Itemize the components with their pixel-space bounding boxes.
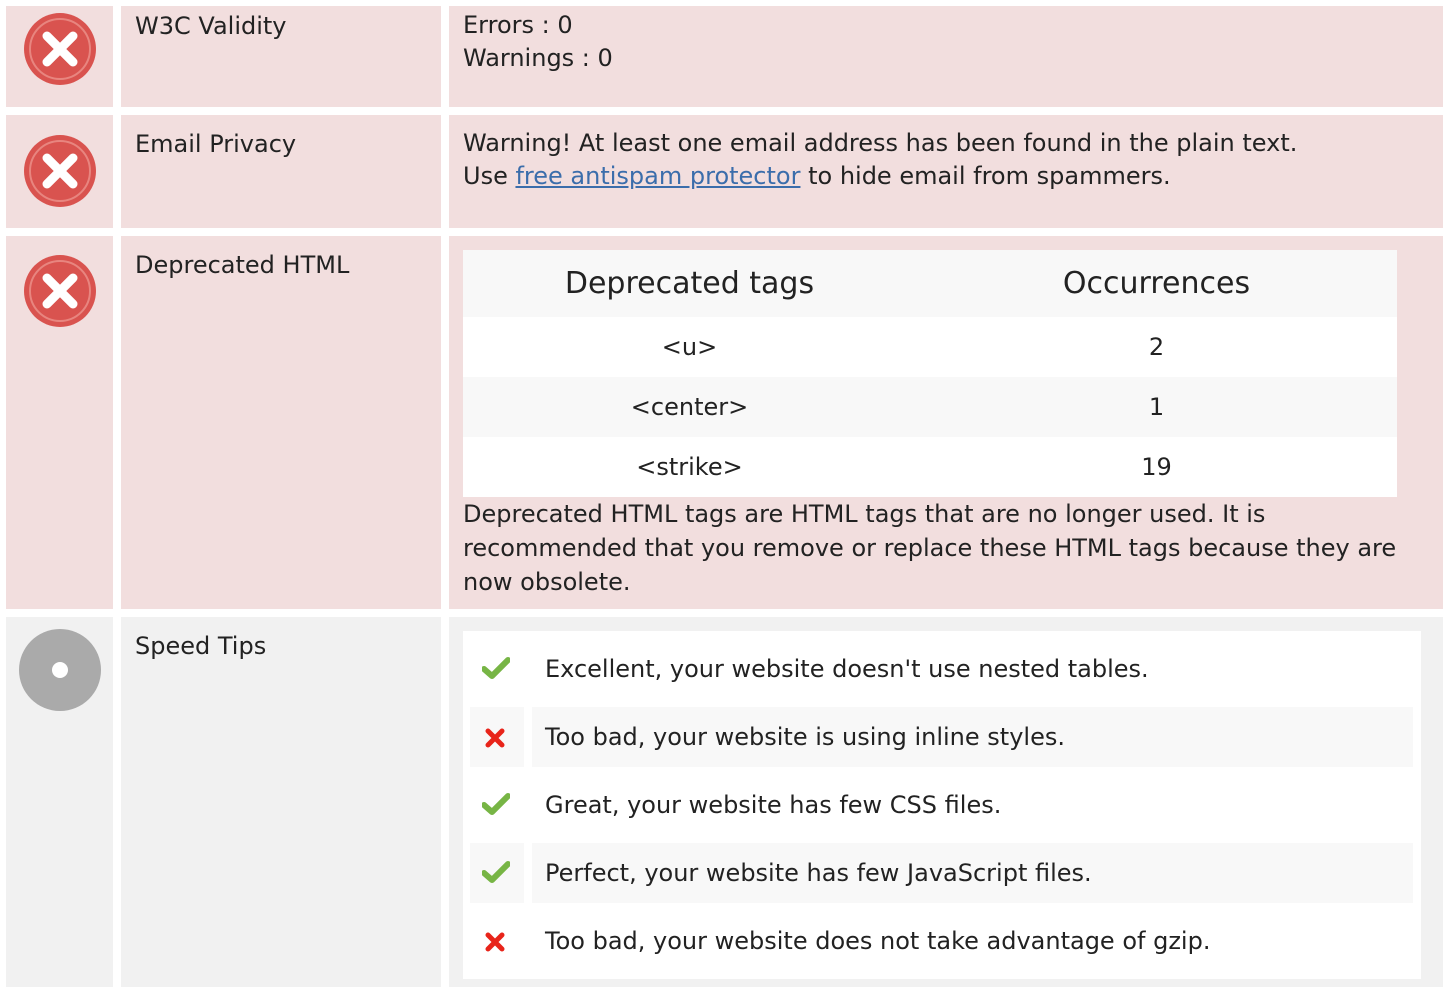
tip-text: Perfect, your website has few JavaScript… bbox=[532, 843, 1413, 903]
check-icon bbox=[482, 657, 510, 679]
content-cell: Warning! At least one email address has … bbox=[449, 115, 1443, 228]
list-item: Excellent, your website doesn't use nest… bbox=[470, 639, 1413, 699]
column-header-tags: Deprecated tags bbox=[463, 250, 916, 317]
table-row: <center> 1 bbox=[463, 377, 1397, 437]
email-warning: Warning! At least one email address has … bbox=[463, 127, 1423, 193]
list-item: Too bad, your website is using inline st… bbox=[470, 707, 1413, 767]
email-warning-text: Warning! At least one email address has … bbox=[463, 129, 1298, 157]
email-advice: Use free antispam protector to hide emai… bbox=[463, 160, 1423, 193]
deprecated-tags-table: Deprecated tags Occurrences <u> 2 <cente… bbox=[463, 250, 1397, 497]
neutral-status-icon bbox=[19, 629, 101, 711]
tip-text: Too bad, your website does not take adva… bbox=[545, 927, 1211, 955]
list-item: Too bad, your website does not take adva… bbox=[470, 911, 1413, 971]
row-label: Speed Tips bbox=[135, 632, 267, 660]
errors-count: Errors : 0 bbox=[463, 11, 573, 39]
label-cell: Email Privacy bbox=[121, 115, 441, 228]
status-cell bbox=[6, 617, 113, 987]
content-cell: Excellent, your website doesn't use nest… bbox=[449, 617, 1443, 987]
cross-icon bbox=[485, 728, 505, 748]
tip-text: Great, your website has few CSS files. bbox=[545, 791, 1002, 819]
report-row-speed-tips: Speed Tips Excellent, your website doesn… bbox=[0, 617, 1449, 987]
row-label: Email Privacy bbox=[135, 130, 297, 158]
occurrence-cell: 2 bbox=[916, 317, 1397, 377]
status-cell bbox=[6, 115, 113, 228]
label-cell: Speed Tips bbox=[121, 617, 441, 987]
content-cell: Deprecated tags Occurrences <u> 2 <cente… bbox=[449, 236, 1443, 609]
report-row-deprecated-html: Deprecated HTML Deprecated tags Occurren… bbox=[0, 236, 1449, 609]
status-mark bbox=[470, 843, 524, 903]
label-cell: Deprecated HTML bbox=[121, 236, 441, 609]
report-row-email-privacy: Email Privacy Warning! At least one emai… bbox=[0, 115, 1449, 228]
error-icon bbox=[24, 13, 96, 85]
status-cell bbox=[6, 236, 113, 609]
list-item: Great, your website has few CSS files. bbox=[470, 775, 1413, 835]
warnings-count: Warnings : 0 bbox=[463, 44, 613, 72]
error-icon bbox=[24, 135, 96, 207]
tag-cell: <strike> bbox=[463, 437, 916, 497]
list-item: Perfect, your website has few JavaScript… bbox=[470, 843, 1413, 903]
status-mark bbox=[470, 707, 524, 767]
status-mark bbox=[470, 911, 524, 971]
check-icon bbox=[482, 793, 510, 815]
table-row: <strike> 19 bbox=[463, 437, 1397, 497]
deprecated-explanation: Deprecated HTML tags are HTML tags that … bbox=[463, 500, 1397, 596]
tag-cell: <center> bbox=[463, 377, 916, 437]
tip-text: Too bad, your website is using inline st… bbox=[532, 707, 1413, 767]
error-icon bbox=[24, 255, 96, 327]
tip-text: Excellent, your website doesn't use nest… bbox=[545, 655, 1149, 683]
table-row: <u> 2 bbox=[463, 317, 1397, 377]
content-cell: Errors : 0 Warnings : 0 bbox=[449, 6, 1443, 107]
speed-tips-list: Excellent, your website doesn't use nest… bbox=[463, 631, 1421, 979]
cross-icon bbox=[485, 932, 505, 952]
occurrence-cell: 1 bbox=[916, 377, 1397, 437]
advice-suffix: to hide email from spammers. bbox=[800, 162, 1171, 190]
label-cell: W3C Validity bbox=[121, 6, 441, 107]
seo-report: W3C Validity Errors : 0 Warnings : 0 Ema… bbox=[0, 0, 1449, 987]
row-label: W3C Validity bbox=[135, 12, 287, 40]
tag-cell: <u> bbox=[463, 317, 916, 377]
advice-prefix: Use bbox=[463, 162, 516, 190]
check-icon bbox=[482, 861, 510, 883]
status-mark bbox=[470, 775, 524, 835]
table-header-row: Deprecated tags Occurrences bbox=[463, 250, 1397, 317]
status-cell bbox=[6, 6, 113, 107]
status-mark bbox=[470, 639, 524, 699]
w3c-results: Errors : 0 Warnings : 0 bbox=[463, 9, 1423, 75]
occurrence-cell: 19 bbox=[916, 437, 1397, 497]
column-header-occurrences: Occurrences bbox=[916, 250, 1397, 317]
row-label: Deprecated HTML bbox=[135, 251, 350, 279]
antispam-protector-link[interactable]: free antispam protector bbox=[515, 162, 800, 190]
report-row-w3c-validity: W3C Validity Errors : 0 Warnings : 0 bbox=[0, 6, 1449, 107]
